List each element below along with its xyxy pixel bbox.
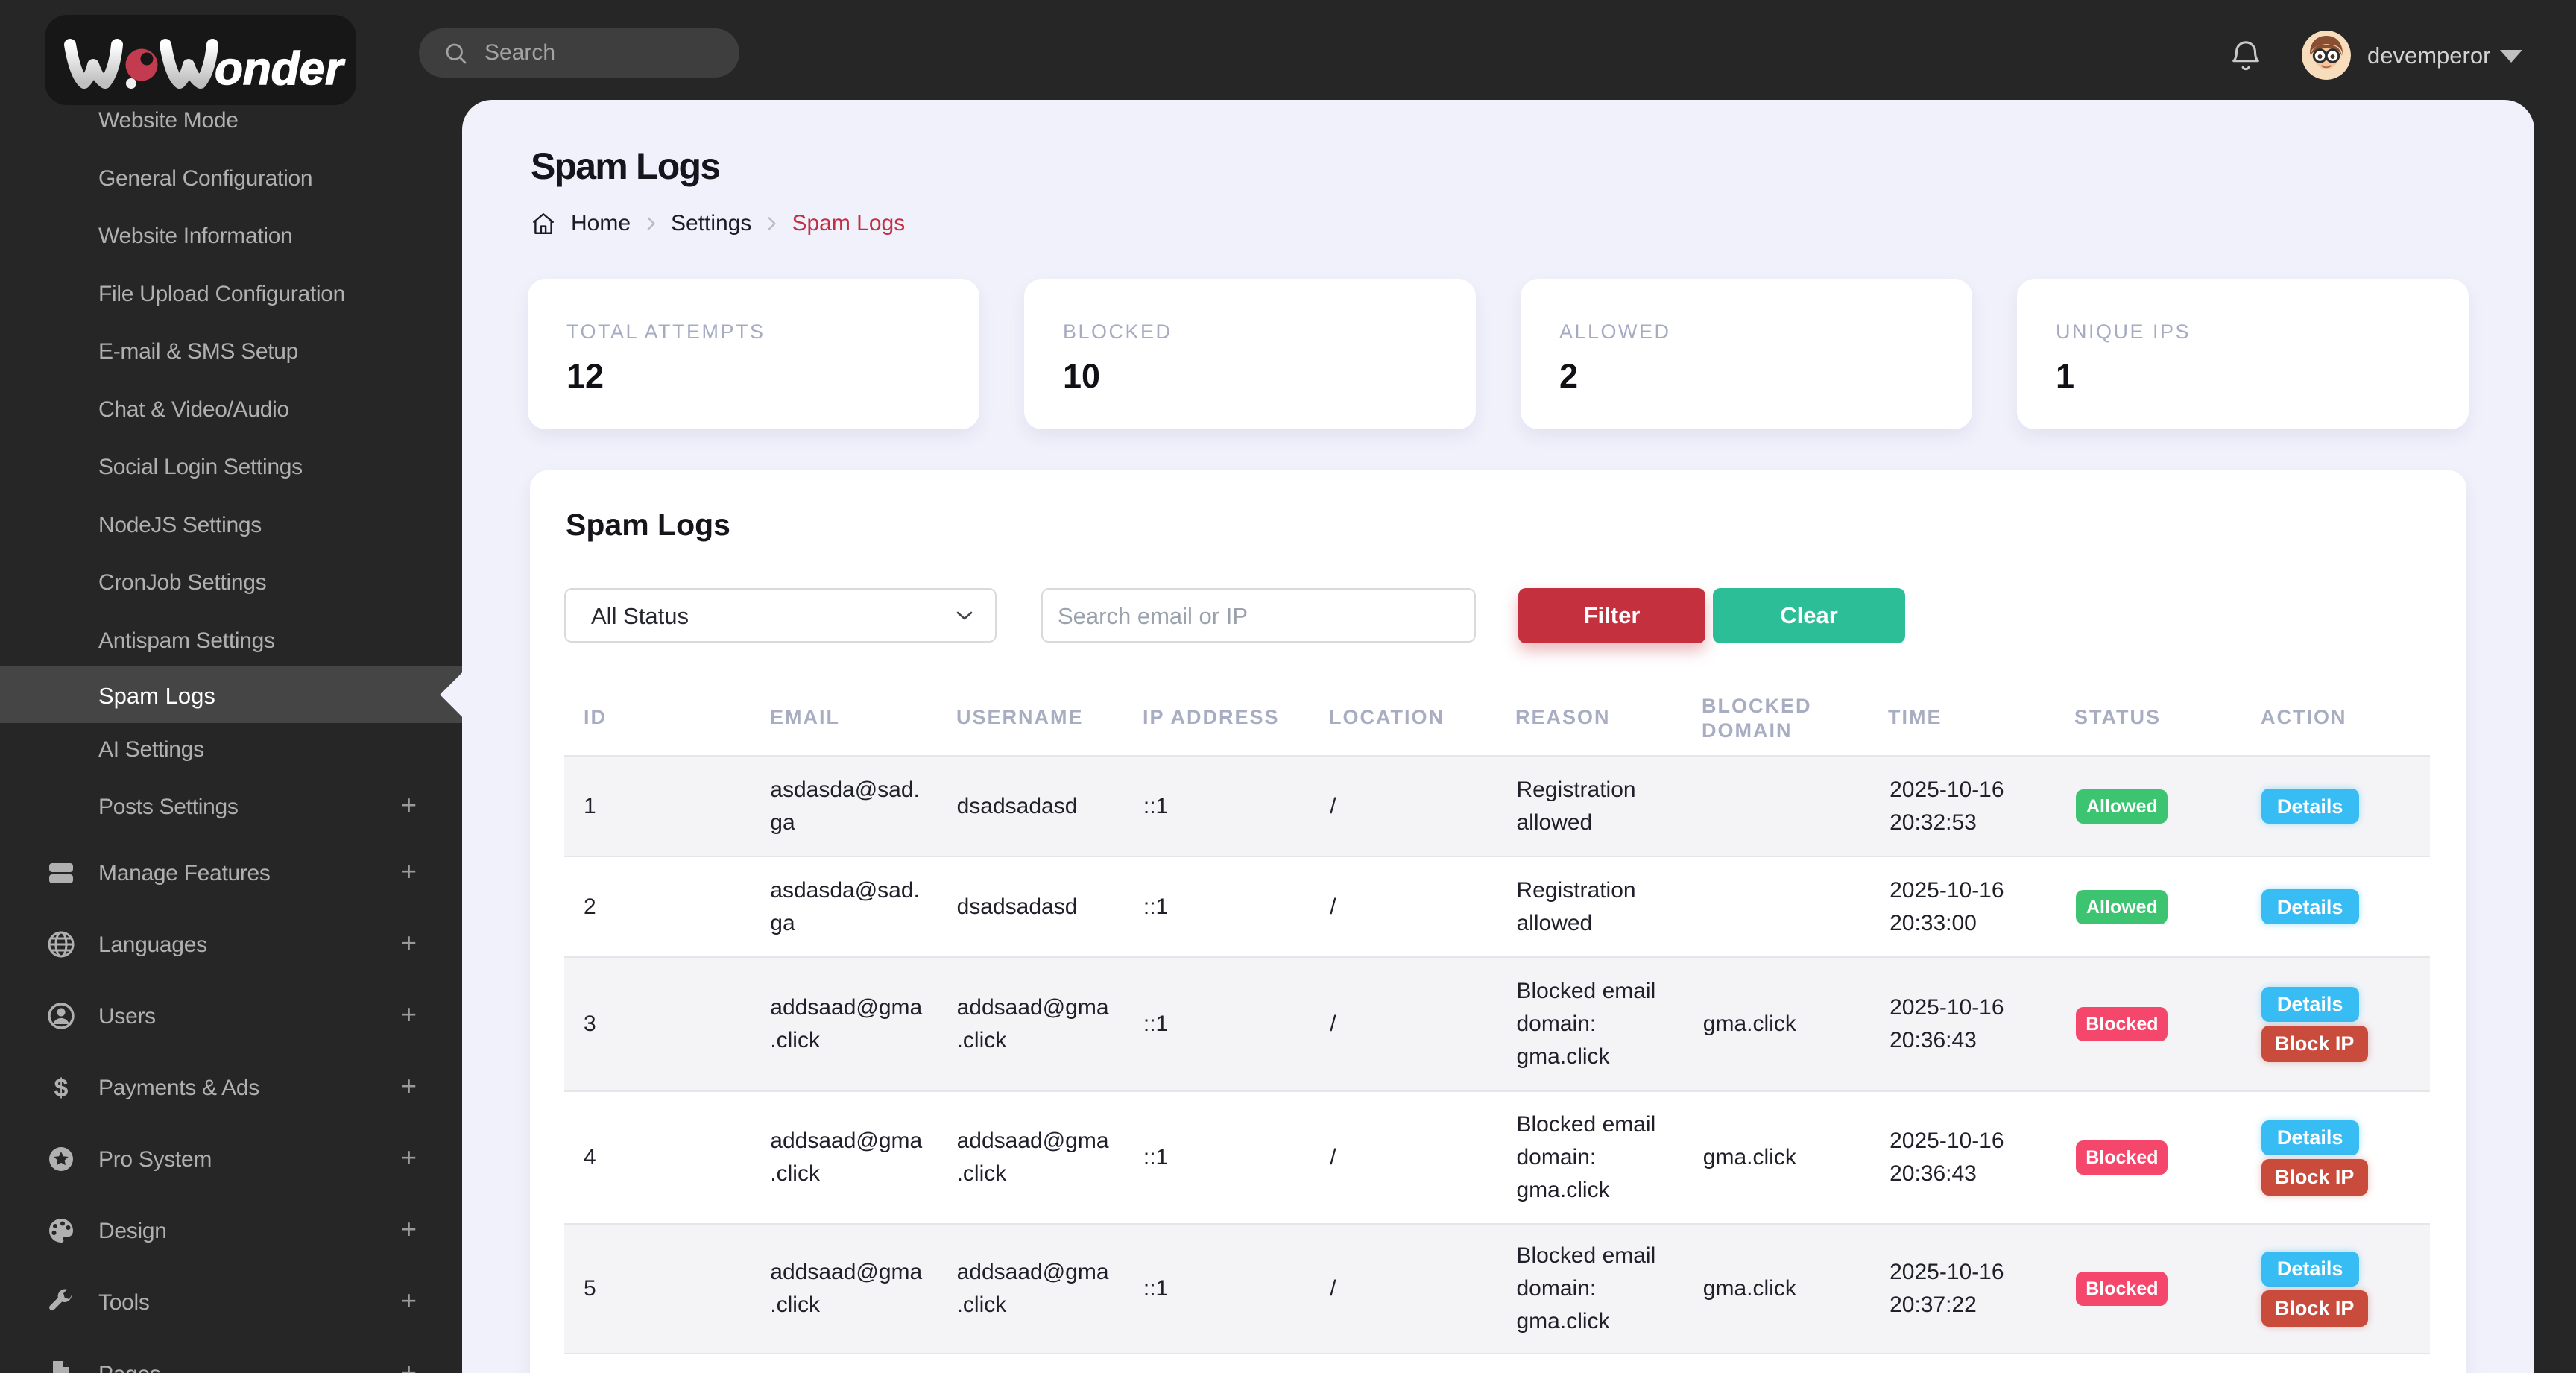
svg-text:onder: onder	[215, 43, 345, 95]
svg-text:$: $	[54, 1074, 69, 1102]
